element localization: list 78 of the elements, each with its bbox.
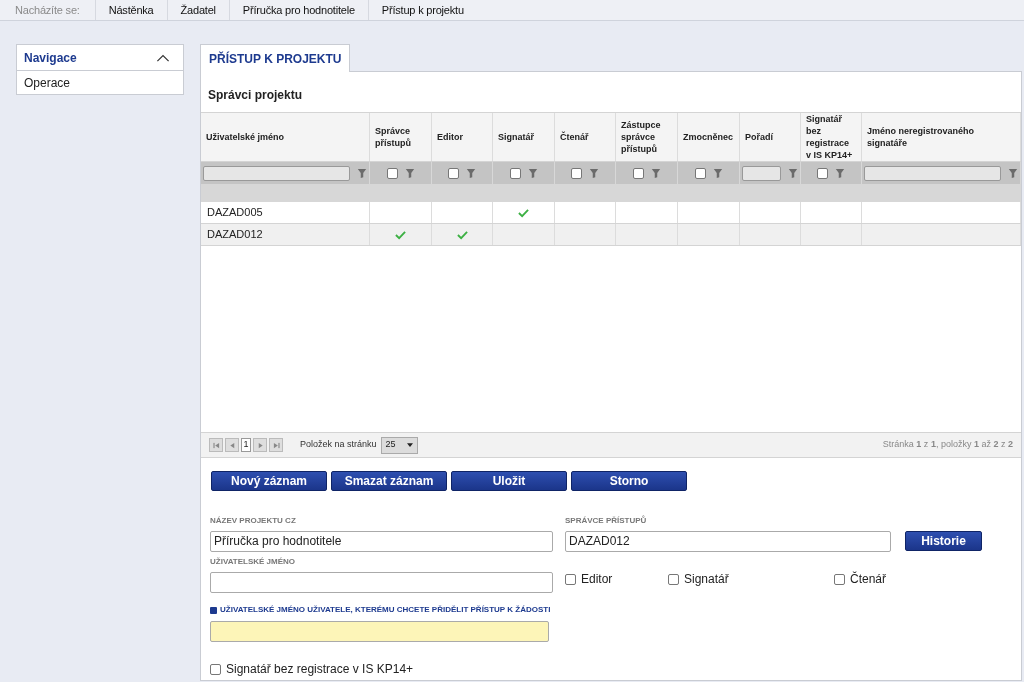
checkbox-label: Signatář bez registrace v IS KP14+ (226, 661, 414, 678)
tab[interactable]: PŘÍSTUP K PROJEKTU (200, 44, 351, 72)
column-header[interactable]: Jméno neregistrovaného signatáře (862, 113, 1021, 161)
table-row[interactable]: DAZAD005 (201, 202, 1021, 224)
filter-checkbox[interactable] (386, 167, 398, 179)
first-page-icon (212, 441, 220, 449)
breadcrumb-link[interactable]: Přístup k projektu (367, 0, 477, 20)
filter-checkbox[interactable] (509, 167, 521, 179)
next-page-button[interactable] (253, 438, 267, 452)
table-cell: DAZAD005 (201, 202, 370, 223)
last-page-button[interactable] (269, 438, 283, 452)
filter-icon[interactable] (650, 167, 661, 179)
table-cell: DAZAD012 (201, 224, 370, 245)
filter-icon[interactable] (589, 167, 599, 179)
checkbox[interactable] (210, 663, 221, 675)
caret-icon (406, 443, 413, 447)
history-button[interactable]: Historie (905, 531, 982, 551)
page-number-field[interactable]: 1 (241, 438, 251, 452)
action-button[interactable]: Nový záznam (211, 471, 327, 491)
table-row[interactable]: DAZAD012 (201, 224, 1021, 246)
field-label: UŽIVATELSKÉ JMÉNO (210, 557, 297, 567)
section-title: Správci projektu (207, 87, 304, 104)
pagination-summary: Stránka 1 z 1, položky 1 až 2 z 2 (882, 438, 1013, 452)
column-header[interactable]: Zástupce správce přístupů (616, 113, 678, 161)
checkbox[interactable] (668, 573, 679, 585)
checkbox[interactable] (834, 573, 845, 585)
navigation-item[interactable]: Operace (17, 71, 183, 94)
column-header[interactable]: Editor (432, 113, 493, 161)
filter-checkbox[interactable] (571, 167, 582, 179)
column-header[interactable]: Pořadí (740, 113, 801, 161)
filter-icon[interactable] (788, 167, 798, 179)
filter-icon[interactable] (712, 167, 723, 179)
filter-icon[interactable] (835, 167, 845, 179)
breadcrumb-label: Nacházíte se: (14, 2, 81, 18)
column-header[interactable]: Uživatelské jméno (201, 113, 370, 161)
action-button[interactable]: Smazat záznam (331, 471, 447, 491)
breadcrumb-link[interactable]: Příručka pro hodnotitele (228, 0, 368, 20)
filter-checkbox[interactable] (817, 167, 828, 179)
breadcrumb-link[interactable]: Nástěnka (94, 0, 167, 20)
page-size-label: Položek na stránku (300, 438, 377, 452)
filter-icon[interactable] (404, 167, 415, 179)
previous-page-button[interactable] (225, 438, 239, 452)
checkbox-label: Signatář (684, 571, 729, 588)
panel-title: Navigace (24, 49, 77, 67)
input-field[interactable]: Příručka pro hodnotitele (210, 530, 553, 552)
filter-field[interactable] (742, 165, 781, 181)
column-header[interactable]: Zmocněnec (678, 113, 740, 161)
checkbox-label: Čtenář (850, 570, 887, 588)
checkbox-label: Editor (581, 571, 613, 588)
action-button[interactable]: Uložit (451, 471, 567, 491)
triangle-left-icon (228, 441, 236, 449)
checkbox[interactable] (565, 573, 576, 585)
page-size-dropdown[interactable]: 25 (380, 436, 418, 454)
collapse-icon[interactable] (156, 53, 170, 62)
filter-icon[interactable] (357, 167, 367, 179)
breadcrumb-link[interactable]: Žadatel (166, 0, 229, 20)
input-field[interactable] (210, 620, 549, 642)
field-label: UŽIVATELSKÉ JMÉNO UŽIVATELE, KTERÉMU CHCETE PŘIDĚLIT PŘÍSTUP K ŽÁDOSTI (220, 605, 551, 615)
filter-field[interactable] (864, 165, 1001, 181)
field-label: SPRÁVCE PŘÍSTUPŮ (565, 516, 648, 526)
field-label: NÁZEV PROJEKTU CZ (210, 516, 297, 526)
column-header[interactable]: Čtenář (555, 113, 616, 161)
column-header[interactable]: Signatář bez registrace v IS KP14+ (801, 113, 862, 161)
input-field[interactable]: DAZAD012 (565, 530, 891, 552)
triangle-right-icon (256, 441, 264, 449)
column-header[interactable]: Signatář (493, 113, 555, 161)
input-field[interactable] (210, 571, 553, 593)
filter-checkbox[interactable] (448, 167, 459, 179)
filter-checkbox[interactable] (694, 167, 706, 179)
filter-field[interactable] (203, 165, 350, 181)
filter-icon[interactable] (1008, 167, 1018, 179)
last-page-icon (272, 441, 280, 449)
first-page-button[interactable] (209, 438, 223, 452)
filter-icon[interactable] (466, 167, 476, 179)
action-button[interactable]: Storno (571, 471, 687, 491)
filter-icon[interactable] (527, 167, 538, 179)
filter-checkbox[interactable] (632, 167, 644, 179)
column-header[interactable]: Správce přístupů (370, 113, 432, 161)
